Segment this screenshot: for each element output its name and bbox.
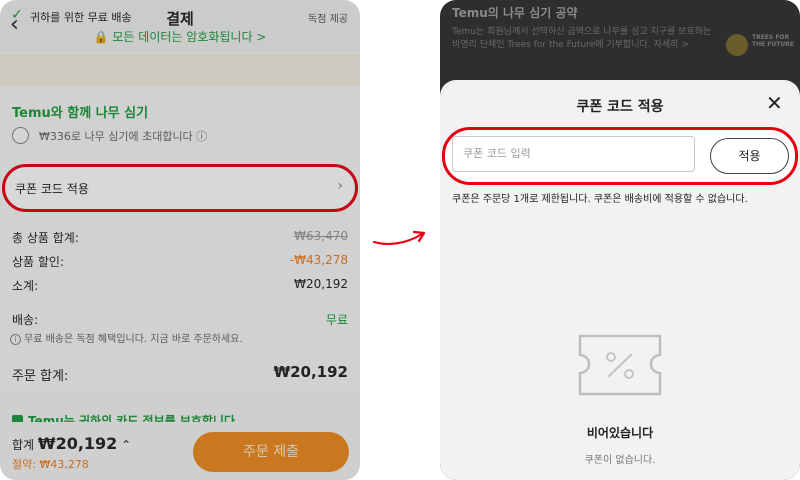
coupon-code-input[interactable]: 쿠폰 코드 입력 bbox=[452, 136, 695, 172]
summary-label-subtotal: 소계: bbox=[12, 279, 39, 293]
summary-value-discount: -₩43,278 bbox=[289, 253, 348, 267]
order-total-label: 주문 합계: bbox=[12, 369, 69, 384]
tree-planting-radio[interactable] bbox=[12, 127, 29, 144]
sheet-title: 쿠폰 코드 적용 bbox=[576, 99, 664, 115]
exclusive-badge: 독점 제공 bbox=[308, 14, 348, 25]
empty-state-subtitle: 쿠폰이 없습니다. bbox=[584, 455, 656, 466]
close-icon[interactable]: ✕ bbox=[766, 93, 783, 113]
free-shipping-text: 귀하를 위한 무료 배송 bbox=[30, 11, 132, 24]
check-icon: ✓ bbox=[11, 7, 23, 23]
transition-arrow-icon bbox=[372, 230, 426, 245]
free-shipping-banner bbox=[0, 54, 360, 86]
apply-button[interactable]: 적용 bbox=[710, 138, 789, 174]
shipping-note: i 무료 배송은 독점 혜택입니다. 지금 바로 주문하세요. bbox=[10, 330, 243, 345]
coupon-code-row[interactable]: 쿠폰 코드 적용 › bbox=[2, 164, 358, 212]
shipping-note-text: 무료 배송은 독점 혜택입니다. 지금 바로 주문하세요. bbox=[24, 334, 243, 345]
summary-label-discount: 상품 할인: bbox=[12, 255, 65, 269]
savings-text: 절약: ₩43,278 bbox=[12, 458, 89, 471]
chevron-up-icon: ⌃ bbox=[121, 438, 132, 452]
summary-value-items: ₩63,470 bbox=[294, 229, 348, 243]
summary-value-subtotal: ₩20,192 bbox=[294, 277, 348, 291]
trees-logo-text: TREES FOR THE FUTURE bbox=[752, 34, 794, 48]
coupon-notice: 쿠폰은 주문당 1개로 제한됩니다. 쿠폰은 배송비에 적용할 수 없습니다. bbox=[452, 194, 748, 205]
submit-order-button[interactable]: 주문 제출 bbox=[193, 432, 349, 472]
coupon-sheet-screen: Temu의 나무 심기 공약 Temu는 회원님께서 선택하신 금액으로 나무를… bbox=[440, 0, 800, 480]
info-icon: i bbox=[10, 334, 21, 345]
coupon-code-label: 쿠폰 코드 적용 bbox=[15, 182, 89, 196]
bottom-total-value: ₩20,192 bbox=[37, 434, 118, 453]
coupon-empty-icon bbox=[578, 334, 662, 396]
summary-label-shipping: 배송: bbox=[12, 313, 39, 327]
tree-planting-title: Temu와 함께 나무 심기 bbox=[12, 106, 149, 121]
tree-pledge-description: Temu는 회원님께서 선택하신 금액으로 나무를 심고 지구를 보호하는 비영… bbox=[452, 27, 712, 50]
order-total-value: ₩20,192 bbox=[273, 363, 348, 381]
summary-value-shipping: 무료 bbox=[325, 313, 348, 327]
bottom-total[interactable]: 합계 ₩20,192 ⌃ bbox=[12, 434, 131, 453]
bottom-total-prefix: 합계 bbox=[12, 438, 35, 452]
empty-state-title: 비어있습니다 bbox=[586, 426, 654, 440]
checkout-screen: ‹ 결제 🔒 모든 데이터는 암호화됩니다 > ✓ 귀하를 위한 무료 배송 독… bbox=[0, 0, 360, 480]
trees-logo-icon bbox=[726, 34, 748, 56]
summary-label-items: 총 상품 합계: bbox=[12, 231, 79, 245]
secure-link[interactable]: 🔒 모든 데이터는 암호화됩니다 > bbox=[0, 28, 360, 45]
comparison-stage: ‹ 결제 🔒 모든 데이터는 암호화됩니다 > ✓ 귀하를 위한 무료 배송 독… bbox=[0, 0, 800, 480]
tree-pledge-title: Temu의 나무 심기 공약 bbox=[452, 6, 578, 20]
tree-planting-invite: ₩336로 나무 심기에 초대합니다 ⓘ bbox=[39, 130, 208, 143]
chevron-right-icon: › bbox=[337, 178, 343, 194]
